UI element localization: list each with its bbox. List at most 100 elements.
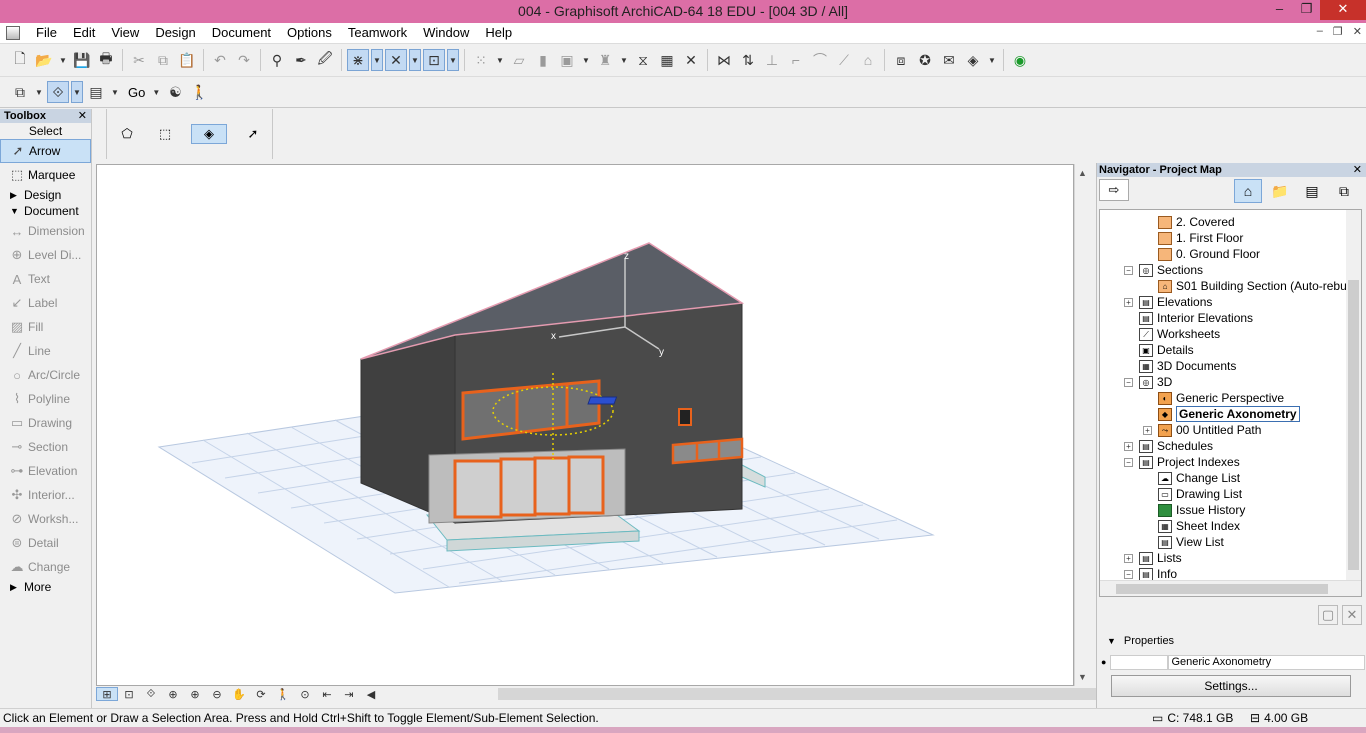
menu-options[interactable]: Options [279,23,340,43]
properties-header[interactable]: ▼ Properties [1107,635,1174,647]
tool-arrow[interactable]: ➚ Arrow [0,139,91,163]
fit-in-window-icon[interactable]: ⊙ [294,687,316,701]
gravity-icon[interactable]: ⊡ [423,49,445,71]
undo-icon[interactable]: ↶ [209,49,231,71]
tool-arc-circle[interactable]: ○ Arc/Circle [0,363,91,387]
save-icon[interactable]: 💾 [71,49,93,71]
tool-section[interactable]: ⊸ Section [0,435,91,459]
guide-lines-dropdown-icon[interactable]: ▼ [409,49,421,71]
expand-icon[interactable]: + [1124,297,1133,307]
tree-interior-elevations[interactable]: ▤ Interior Elevations [1139,310,1253,326]
pointer-icon[interactable]: ➚ [241,124,265,144]
layout-book-icon[interactable]: ▤ [1298,179,1326,203]
tree-details[interactable]: ▣ Details [1139,342,1194,358]
paste-icon[interactable]: 📋 [176,49,198,71]
orbit-icon[interactable]: ☯ [164,81,186,103]
group-dropdown-icon[interactable]: ▼ [580,49,592,71]
collapse-icon[interactable]: − [1124,457,1133,467]
tool-change[interactable]: ☁ Change [0,555,91,579]
collapse-icon[interactable]: − [1124,569,1133,579]
app-icon[interactable] [6,26,20,40]
grid-snap-icon[interactable]: ⁙ [470,49,492,71]
curve-icon[interactable]: ⌒ [809,49,831,71]
delete-icon[interactable]: ✕ [680,49,702,71]
tool-line[interactable]: ╱ Line [0,339,91,363]
lock-dropdown-icon[interactable]: ▼ [618,49,630,71]
new-file-icon[interactable]: 🗋 [9,49,31,71]
table-icon[interactable]: ▦ [656,49,678,71]
offset-icon[interactable]: ⟋ [833,49,855,71]
tree-issue-history[interactable]: Issue History [1158,502,1245,518]
tool-label[interactable]: ↙ Label [0,291,91,315]
render-dropdown-icon[interactable]: ▼ [986,49,998,71]
tree-story-ground-floor[interactable]: 0. Ground Floor [1158,246,1260,262]
mdi-restore-button[interactable]: ❐ [1333,25,1343,38]
pick-up-parameters-icon[interactable]: ✒ [290,49,312,71]
tool-marquee[interactable]: ⬚ Marquee [0,163,91,187]
align-icon[interactable]: ⧖ [632,49,654,71]
tree-3d-documents[interactable]: ▦ 3D Documents [1139,358,1236,374]
minimize-button[interactable]: – [1266,0,1293,20]
cut-icon[interactable]: ✂ [128,49,150,71]
intersect-icon[interactable]: ⊥ [761,49,783,71]
zoom-out-icon[interactable]: ⊖ [206,687,228,701]
3d-model-canvas[interactable]: z x y [97,165,1073,685]
zoom-fit-icon[interactable]: ⊡ [118,687,140,701]
selection-method-rectangle-icon[interactable]: ⬚ [153,124,177,144]
navigator-options-button[interactable]: ⇨ [1099,179,1129,201]
tool-elevation[interactable]: ⊶ Elevation [0,459,91,483]
inject-parameters-icon[interactable]: 🖉 [314,49,336,71]
tool-dimension[interactable]: ↔ Dimension [0,219,91,243]
tree-hscroll-thumb[interactable] [1116,584,1328,594]
tree-3d[interactable]: − ◎ 3D [1124,374,1172,390]
tree-scroll-thumb[interactable] [1348,280,1359,570]
group-more[interactable]: ▶ More [0,579,91,595]
tree-section-s01[interactable]: ⌂ S01 Building Section (Auto-rebuild M [1158,278,1361,294]
tool-interior-elevation[interactable]: ✣ Interior... [0,483,91,507]
menu-file[interactable]: File [28,23,65,43]
tree-project-indexes[interactable]: − ▤ Project Indexes [1124,454,1240,470]
tree-generic-axonometry[interactable]: ◆ Generic Axonometry [1158,406,1300,422]
expand-icon[interactable]: + [1124,553,1133,563]
menu-view[interactable]: View [103,23,147,43]
group-document[interactable]: ▼ Document [0,203,91,219]
tree-lists[interactable]: + ▤ Lists [1124,550,1182,566]
previous-zoom-icon[interactable]: ⇤ [316,687,338,701]
publish-icon[interactable]: ✪ [914,49,936,71]
small-window[interactable] [678,408,692,426]
markup-icon[interactable]: ✉ [938,49,960,71]
next-zoom-icon[interactable]: ⇥ [338,687,360,701]
ground-floor-glazing[interactable] [453,455,605,519]
3d-window-dropdown-icon[interactable]: ▼ [71,81,83,103]
collapse-icon[interactable]: − [1124,265,1133,275]
3d-horizontal-scrollbar[interactable] [498,688,1156,700]
menu-help[interactable]: Help [477,23,520,43]
tree-story-covered[interactable]: 2. Covered [1158,214,1235,230]
teamwork-status-icon[interactable]: ◉ [1009,49,1031,71]
project-map-icon[interactable]: ⌂ [1234,179,1262,203]
grid-snap-dropdown-icon[interactable]: ▼ [494,49,506,71]
open-file-icon[interactable]: 📂 [33,49,55,71]
roof-icon[interactable]: ⌂ [857,49,879,71]
gravity-dropdown-icon[interactable]: ▼ [447,49,459,71]
tree-generic-perspective[interactable]: ◐ Generic Perspective [1158,390,1284,406]
settings-button[interactable]: Settings... [1111,675,1351,697]
publisher-sets-icon[interactable]: ⧉ [1330,179,1358,203]
walk-icon[interactable]: 🚶 [188,81,210,103]
menu-window[interactable]: Window [415,23,477,43]
snap-guides-icon[interactable]: ⋇ [347,49,369,71]
pan-hand-icon[interactable]: ✋ [228,687,250,701]
mdi-minimize-button[interactable]: – [1317,25,1323,38]
group-design[interactable]: ▶ Design [0,187,91,203]
selection-method-polygon-icon[interactable]: ⬠ [115,124,139,144]
menu-document[interactable]: Document [204,23,279,43]
wall-icon[interactable]: ▮ [532,49,554,71]
toolbox-close-icon[interactable]: ✕ [78,109,87,123]
slab-icon[interactable]: ▱ [508,49,530,71]
zoom-quick-options-icon[interactable]: ⊞ [96,687,118,701]
tree-sections[interactable]: − ◎ Sections [1124,262,1203,278]
tool-fill[interactable]: ▨ Fill [0,315,91,339]
selection-method-rotated-icon[interactable]: ◈ [191,124,227,144]
go-menu-label[interactable]: Go [128,85,145,100]
delete-item-icon[interactable]: ✕ [1342,605,1362,625]
